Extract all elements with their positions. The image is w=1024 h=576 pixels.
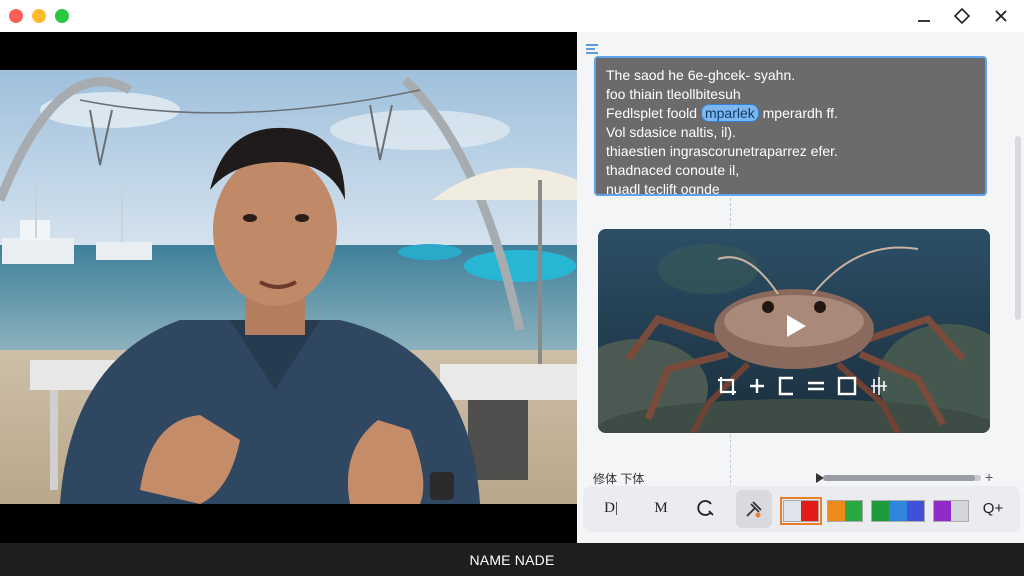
swatch-color bbox=[872, 501, 890, 521]
highlighted-word[interactable]: mparlek bbox=[700, 104, 759, 122]
text-line-end: mperardh ff. bbox=[762, 105, 838, 121]
add-track-button[interactable]: + bbox=[985, 469, 993, 485]
close-window-button[interactable] bbox=[9, 9, 23, 23]
color-swatch[interactable] bbox=[933, 500, 969, 522]
text-line: thiaestien ingrascorunetraparrez efer. bbox=[606, 143, 838, 159]
swatch-color bbox=[801, 501, 818, 521]
editing-toolbar: D| M Q+ bbox=[583, 486, 1020, 532]
text-line: Vol sdasice naltis, il). bbox=[606, 124, 736, 140]
minimize-icon bbox=[918, 20, 930, 22]
swatch-color bbox=[889, 501, 907, 521]
timeline-label: 修体 下体 bbox=[593, 472, 645, 486]
crop-icon[interactable] bbox=[716, 375, 738, 397]
app-window: The saod he 6e-ghcek- syahn. foo thiain … bbox=[0, 0, 1024, 576]
text-line: foo thiain tleollbitesuh bbox=[606, 86, 741, 102]
close-button[interactable] bbox=[989, 4, 1013, 28]
video-player[interactable] bbox=[0, 32, 577, 543]
frame-icon[interactable] bbox=[836, 375, 858, 397]
zoom-window-button[interactable] bbox=[55, 9, 69, 23]
swatch-color bbox=[906, 501, 924, 521]
text-line: thadnaced conoute il, bbox=[606, 162, 740, 178]
menu-icon[interactable] bbox=[585, 42, 599, 56]
title-bar bbox=[0, 0, 1024, 32]
swatch-color bbox=[828, 501, 845, 521]
mark-button[interactable]: M bbox=[649, 494, 673, 522]
play-icon[interactable] bbox=[784, 313, 808, 339]
caption-text: NAME NADE bbox=[469, 551, 555, 568]
plus-icon[interactable] bbox=[748, 377, 766, 395]
video-frame bbox=[0, 70, 577, 504]
video-scene-image bbox=[0, 70, 577, 504]
timeline-scrubber[interactable] bbox=[823, 475, 981, 481]
minimize-window-button[interactable] bbox=[32, 9, 46, 23]
media-thumbnail[interactable] bbox=[598, 229, 990, 433]
cycle-button[interactable] bbox=[694, 494, 718, 522]
media-controls bbox=[716, 375, 890, 397]
swatch-color bbox=[934, 501, 951, 521]
timeline: 修体 下体 + bbox=[593, 468, 1013, 488]
close-icon bbox=[995, 10, 1007, 22]
brush-icon bbox=[746, 501, 762, 518]
text-line: Fedlsplet foold mparlek mperardh ff. bbox=[606, 104, 975, 123]
caption-bar: NAME NADE bbox=[0, 543, 1024, 576]
text-line-start: Fedlsplet foold bbox=[606, 105, 698, 121]
swatch-color bbox=[845, 501, 862, 521]
minimize-button[interactable] bbox=[912, 4, 936, 28]
timeline-progress bbox=[823, 475, 975, 481]
color-swatch[interactable] bbox=[827, 500, 863, 522]
brush-button[interactable] bbox=[736, 490, 772, 528]
swatch-color bbox=[784, 501, 801, 521]
transcript-textbox[interactable]: The saod he 6e-ghcek- syahn. foo thiain … bbox=[594, 56, 987, 196]
equals-icon[interactable] bbox=[806, 377, 826, 395]
color-swatch[interactable] bbox=[780, 497, 822, 525]
sparkle-icon[interactable] bbox=[868, 375, 890, 397]
trim-button[interactable]: D| bbox=[599, 494, 623, 522]
text-line: nuadl teclift ognde bbox=[606, 181, 720, 196]
editor-panel: The saod he 6e-ghcek- syahn. foo thiain … bbox=[577, 32, 1024, 543]
zoom-in-button[interactable]: Q+ bbox=[979, 494, 1007, 522]
text-line: The saod he 6e-ghcek- syahn. bbox=[606, 67, 796, 83]
swatch-color bbox=[951, 501, 968, 521]
restore-icon bbox=[953, 7, 971, 25]
restore-button[interactable] bbox=[950, 4, 974, 28]
refresh-icon bbox=[697, 500, 714, 516]
caption-icon[interactable] bbox=[776, 375, 796, 397]
color-swatch[interactable] bbox=[871, 500, 925, 522]
scrollbar[interactable] bbox=[1015, 136, 1021, 320]
